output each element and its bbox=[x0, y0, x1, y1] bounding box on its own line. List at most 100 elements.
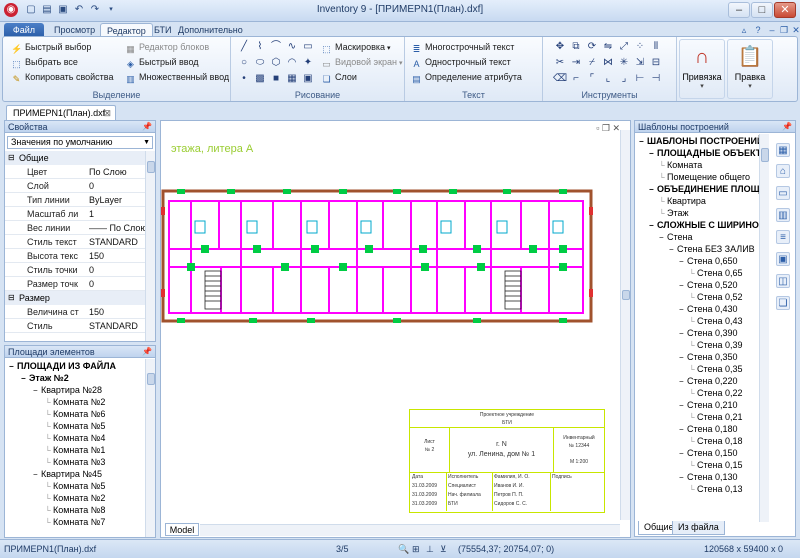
tree-item[interactable]: └ Стена 0,22 bbox=[689, 387, 743, 399]
collapse-icon[interactable]: − bbox=[679, 448, 687, 460]
tree-item[interactable]: − Квартира №28 bbox=[33, 384, 102, 396]
snap-status-icon[interactable]: 🔍 bbox=[398, 544, 409, 555]
tab-additional[interactable]: Дополнительно bbox=[172, 23, 249, 37]
stretch-tool-icon[interactable]: ⇲ bbox=[633, 56, 647, 70]
tree-item[interactable]: − Стена bbox=[659, 231, 693, 243]
fill-tool-icon[interactable]: ■ bbox=[269, 72, 283, 86]
tree-item[interactable]: − Стена 0,650 bbox=[679, 255, 738, 267]
tree-item[interactable]: − Этаж №2 bbox=[21, 372, 69, 384]
move-tool-icon[interactable]: ✥ bbox=[553, 40, 567, 54]
close-icon[interactable]: ⊠ bbox=[103, 106, 111, 120]
tree-item[interactable]: − ПЛОЩАДИ ИЗ ФАЙЛА bbox=[9, 360, 116, 372]
property-row[interactable]: Масштаб ли 1 bbox=[5, 207, 145, 221]
block-editor-button[interactable]: ▦ Редактор блоков bbox=[125, 41, 209, 54]
template-wall-icon[interactable]: ▥ bbox=[776, 208, 790, 222]
pin-icon[interactable]: 📌 bbox=[142, 346, 152, 358]
tree-item[interactable]: └ Комната №2 bbox=[45, 492, 105, 504]
collapse-icon[interactable]: − bbox=[679, 352, 687, 364]
collapse-icon[interactable]: − bbox=[679, 280, 687, 292]
template-room-icon[interactable]: ▦ bbox=[776, 143, 790, 157]
property-row[interactable]: Стиль текст STANDARD bbox=[5, 235, 145, 249]
lengthen-tool-icon[interactable]: ⌞ bbox=[601, 72, 615, 86]
edit-button[interactable]: 📋 Правка ▾ bbox=[727, 39, 773, 99]
tree-item[interactable]: − Стена 0,430 bbox=[679, 303, 738, 315]
array-tool-icon[interactable]: ⁘ bbox=[633, 40, 647, 54]
tab-editor[interactable]: Редактор bbox=[100, 23, 153, 37]
break-tool-icon[interactable]: ⌿ bbox=[585, 56, 599, 70]
canvas-vscroll[interactable] bbox=[620, 130, 630, 520]
star-tool-icon[interactable]: ✦ bbox=[301, 56, 315, 70]
point-tool-icon[interactable]: • bbox=[237, 72, 251, 86]
template-opening-icon[interactable]: ◫ bbox=[776, 274, 790, 288]
maximize-button[interactable]: □ bbox=[751, 2, 773, 18]
tree-item[interactable]: └ Комната №5 bbox=[45, 420, 105, 432]
tree-item[interactable]: − Стена 0,150 bbox=[679, 447, 738, 459]
copy-tool-icon[interactable]: ⧉ bbox=[569, 40, 583, 54]
extend-tool-icon[interactable]: ⇥ bbox=[569, 56, 583, 70]
edit-poly-tool-icon[interactable]: ⌟ bbox=[617, 72, 631, 86]
collapse-icon[interactable]: − bbox=[669, 244, 677, 256]
template-misc-icon[interactable]: ❏ bbox=[776, 296, 790, 310]
masking-button[interactable]: ⬚ Маскировка ▾ bbox=[321, 41, 390, 54]
properties-filter-dropdown[interactable]: Значения по умолчанию ▼ bbox=[7, 136, 153, 149]
tree-item[interactable]: └ Помещение общего bbox=[659, 171, 750, 183]
collapse-icon[interactable]: − bbox=[679, 400, 687, 412]
pin-icon[interactable]: 📌 bbox=[782, 121, 792, 133]
document-tab[interactable]: ПРИМЕРN1(План).dxf ⊠ bbox=[6, 105, 116, 120]
join-tool-icon[interactable]: ⋈ bbox=[601, 56, 615, 70]
curve-tool-icon[interactable]: ◠ bbox=[285, 56, 299, 70]
viewport-button[interactable]: ▭ Видовой экран ▾ bbox=[321, 56, 402, 69]
property-value[interactable]: По Слою bbox=[89, 165, 145, 179]
collapse-icon[interactable]: − bbox=[679, 304, 687, 316]
property-row[interactable]: Стиль точки 0 bbox=[5, 263, 145, 277]
tree-item[interactable]: − ШАБЛОНЫ ПОСТРОЕНИЙ bbox=[639, 135, 759, 147]
drawing-canvas[interactable]: этажа, литера А ▫ ❐ ✕ Проектное учрежден… bbox=[160, 120, 631, 538]
tree-item[interactable]: └ Комната №1 bbox=[45, 444, 105, 456]
properties-scrollbar[interactable] bbox=[145, 151, 155, 341]
close-button[interactable]: ✕ bbox=[774, 2, 796, 18]
collapse-icon[interactable]: − bbox=[679, 472, 687, 484]
template-stairs-icon[interactable]: ≡ bbox=[776, 230, 790, 244]
model-tab[interactable]: Model bbox=[165, 523, 199, 536]
tree-item[interactable]: └ Стена 0,13 bbox=[689, 483, 743, 495]
ribbon-minimize-icon[interactable]: ▵ bbox=[738, 24, 750, 36]
tab-from-file[interactable]: Из файла bbox=[672, 521, 725, 535]
tree-item[interactable]: − Стена 0,210 bbox=[679, 399, 738, 411]
tree-item[interactable]: └ Комната №6 bbox=[45, 408, 105, 420]
tree-item[interactable]: └ Комната №5 bbox=[45, 480, 105, 492]
copy-properties-button[interactable]: ✎ Копировать свойства bbox=[11, 71, 114, 84]
property-value[interactable]: STANDARD bbox=[89, 319, 145, 333]
property-row[interactable]: Вес линии —— По Слою bbox=[5, 221, 145, 235]
property-value[interactable]: 150 bbox=[89, 249, 145, 263]
pin-icon[interactable]: 📌 bbox=[142, 121, 152, 133]
collapse-icon[interactable]: − bbox=[659, 232, 667, 244]
trim-tool-icon[interactable]: ✂ bbox=[553, 56, 567, 70]
collapse-icon[interactable]: − bbox=[649, 148, 657, 160]
collapse-icon[interactable]: − bbox=[679, 376, 687, 388]
quick-select-button[interactable]: ⚡ Быстрый выбор bbox=[11, 41, 91, 54]
property-section-header[interactable]: ⊟ Размер bbox=[5, 291, 145, 305]
minimize-button[interactable]: – bbox=[728, 2, 750, 18]
collapse-icon[interactable]: ⊟ bbox=[8, 291, 15, 305]
property-row[interactable]: Высота текс 150 bbox=[5, 249, 145, 263]
quick-input-button[interactable]: ◈ Быстрый ввод bbox=[125, 56, 199, 69]
tree-item[interactable]: − СЛОЖНЫЕ С ШИРИНО bbox=[649, 219, 759, 231]
tree-item[interactable]: └ Комната №2 bbox=[45, 396, 105, 408]
collapse-icon[interactable]: − bbox=[679, 328, 687, 340]
snap-button[interactable]: ∩ Привязка ▾ bbox=[679, 39, 725, 99]
collapse-icon[interactable]: − bbox=[649, 184, 657, 196]
template-door-icon[interactable]: ⌂ bbox=[776, 164, 790, 178]
property-value[interactable]: 150 bbox=[89, 305, 145, 319]
tree-item[interactable]: └ Квартира bbox=[659, 195, 706, 207]
grid-status-icon[interactable]: ⊞ bbox=[412, 544, 420, 555]
collapse-icon[interactable]: − bbox=[639, 136, 647, 148]
doc-close-icon[interactable]: ✕ bbox=[790, 24, 800, 36]
tree-item[interactable]: − ОБЪЕДИНЕНИЕ ПЛОЩ bbox=[649, 183, 759, 195]
fillet-tool-icon[interactable]: ⌜ bbox=[585, 72, 599, 86]
collapse-icon[interactable]: − bbox=[9, 361, 17, 373]
collapse-icon[interactable]: ⊟ bbox=[8, 151, 15, 165]
templates-scrollbar[interactable] bbox=[759, 134, 769, 522]
tree-item[interactable]: − Стена БЕЗ ЗАЛИВ bbox=[669, 243, 755, 255]
property-value[interactable]: STANDARD bbox=[89, 235, 145, 249]
collapse-icon[interactable]: − bbox=[21, 373, 29, 385]
